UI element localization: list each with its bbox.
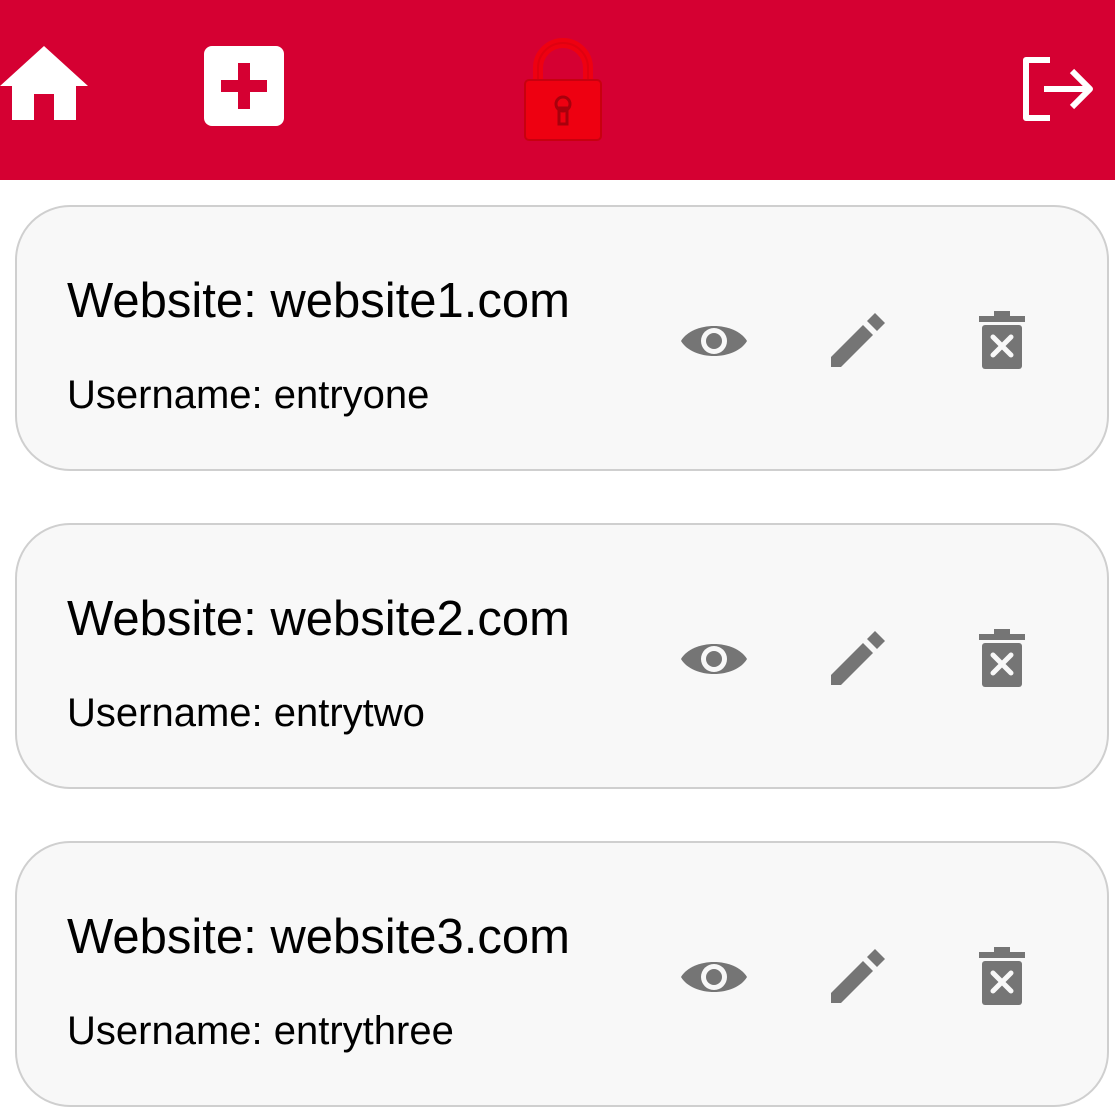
- eye-icon: [681, 644, 747, 674]
- entry-website: Website: website2.com: [67, 592, 570, 646]
- pencil-icon: [831, 631, 885, 685]
- entry-username: Username: entrytwo: [67, 691, 425, 735]
- eye-icon: [681, 962, 747, 992]
- edit-entry-button[interactable]: [829, 311, 887, 369]
- entry-username: Username: entrythree: [67, 1009, 454, 1053]
- edit-entry-button[interactable]: [829, 629, 887, 687]
- entry-card: Website: website1.com Username: entryone: [15, 205, 1109, 471]
- delete-entry-button[interactable]: [979, 947, 1025, 1005]
- pencil-icon: [831, 313, 885, 367]
- trash-icon: [979, 947, 1025, 1005]
- entry-website: Website: website3.com: [67, 910, 570, 964]
- entry-card: Website: website2.com Username: entrytwo: [15, 523, 1109, 789]
- entry-list: Website: website1.com Username: entryone: [0, 0, 1115, 1115]
- entry-username: Username: entryone: [67, 373, 430, 417]
- trash-icon: [979, 311, 1025, 369]
- edit-entry-button[interactable]: [829, 947, 887, 1005]
- trash-icon: [979, 629, 1025, 687]
- delete-entry-button[interactable]: [979, 311, 1025, 369]
- delete-entry-button[interactable]: [979, 629, 1025, 687]
- view-entry-button[interactable]: [679, 635, 749, 683]
- pencil-icon: [831, 949, 885, 1003]
- entry-card: Website: website3.com Username: entrythr…: [15, 841, 1109, 1107]
- view-entry-button[interactable]: [679, 953, 749, 1001]
- view-entry-button[interactable]: [679, 317, 749, 365]
- eye-icon: [681, 326, 747, 356]
- entry-website: Website: website1.com: [67, 274, 570, 328]
